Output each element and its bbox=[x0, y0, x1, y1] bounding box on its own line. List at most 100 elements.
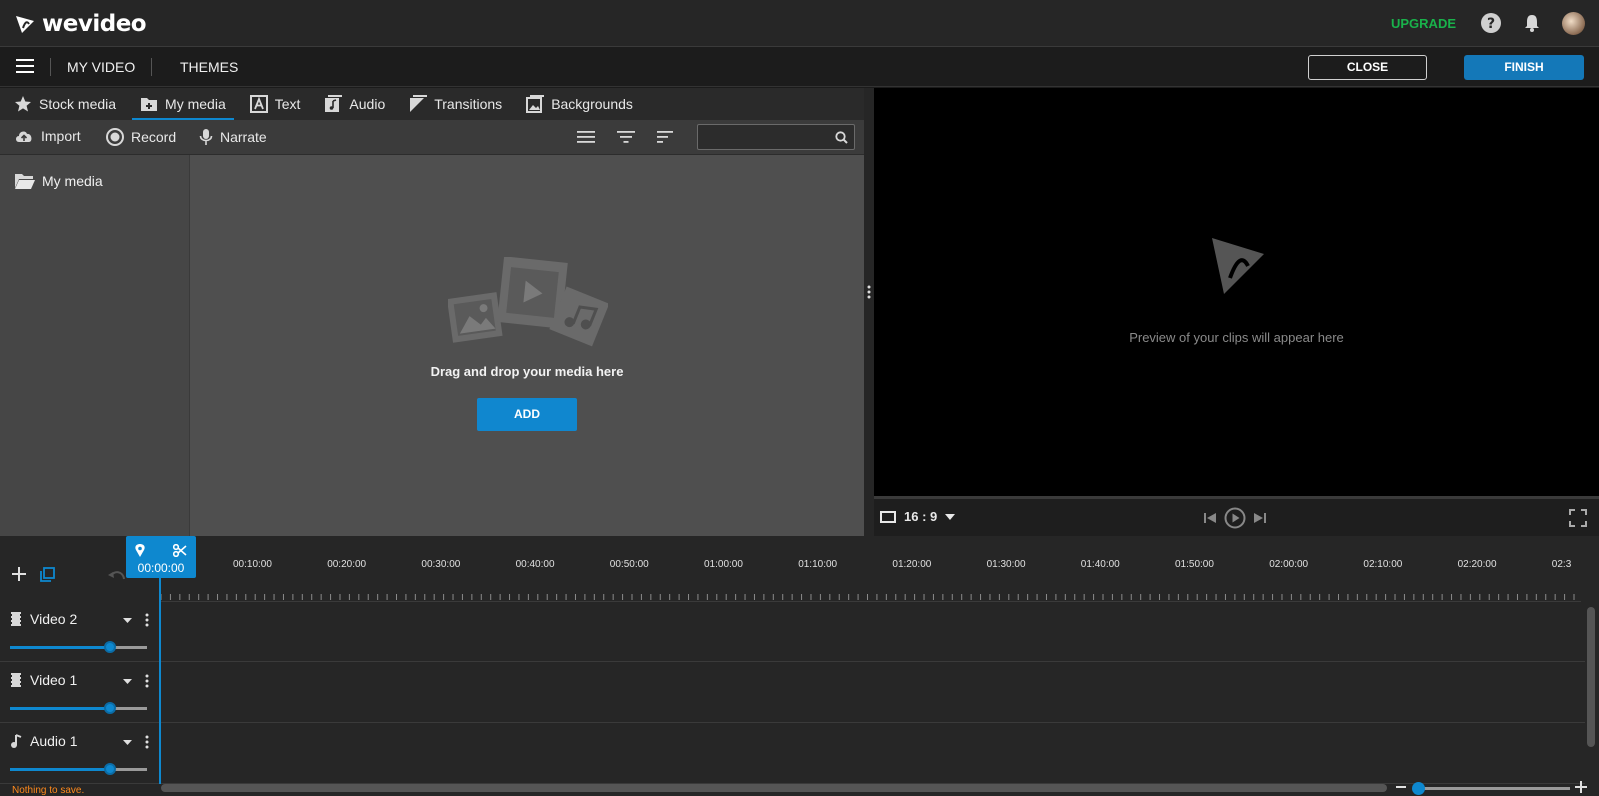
play-icon[interactable] bbox=[1224, 507, 1246, 529]
more-options-icon[interactable] bbox=[145, 735, 149, 749]
aspect-ratio-dropdown[interactable]: 16 : 9 bbox=[880, 509, 956, 524]
search-box bbox=[697, 124, 855, 150]
volume-slider-handle[interactable] bbox=[104, 702, 116, 714]
media-tabs: Stock media My media Text Audio Transiti… bbox=[0, 88, 872, 120]
track-title: Audio 1 bbox=[10, 733, 77, 749]
tab-text[interactable]: Text bbox=[249, 88, 301, 120]
tab-label: Audio bbox=[349, 96, 386, 112]
tab-backgrounds[interactable]: Backgrounds bbox=[526, 88, 633, 120]
tab-label: Text bbox=[274, 96, 301, 112]
track-header: Audio 1 bbox=[0, 724, 159, 784]
media-dropzone[interactable]: Drag and drop your media here ADD bbox=[190, 155, 864, 536]
track-video-1[interactable]: Video 1 bbox=[0, 663, 1585, 723]
caret-down-icon[interactable] bbox=[123, 618, 132, 623]
ruler-time-label: 01:10:00 bbox=[798, 559, 838, 570]
record-button[interactable]: Record bbox=[106, 128, 176, 146]
add-track-icon[interactable] bbox=[12, 567, 26, 581]
image-icon bbox=[526, 95, 545, 113]
track-header: Video 2 bbox=[0, 602, 159, 662]
app-header: wevideo UPGRADE ? bbox=[0, 0, 1599, 47]
track-title: Video 1 bbox=[10, 672, 77, 688]
tab-transitions[interactable]: Transitions bbox=[409, 88, 502, 120]
skip-forward-icon[interactable] bbox=[1252, 510, 1268, 526]
ruler-time-label: 02:20:00 bbox=[1457, 559, 1497, 570]
wevideo-logo[interactable]: wevideo bbox=[14, 11, 147, 37]
zoom-slider-handle[interactable] bbox=[1411, 782, 1425, 795]
ruler-time-label: 02:00:00 bbox=[1269, 559, 1309, 570]
track-name: Video 1 bbox=[30, 672, 78, 688]
save-status: Nothing to save. bbox=[12, 785, 85, 796]
panel-splitter[interactable] bbox=[864, 88, 874, 536]
more-options-icon[interactable] bbox=[145, 613, 149, 627]
track-video-2[interactable]: Video 2 bbox=[0, 602, 1585, 662]
preview-canvas: Preview of your clips will appear here bbox=[874, 88, 1599, 496]
cloud-upload-icon bbox=[16, 131, 32, 142]
upgrade-link[interactable]: UPGRADE bbox=[1391, 16, 1456, 31]
notifications-bell-icon[interactable] bbox=[1522, 13, 1542, 33]
skip-back-icon[interactable] bbox=[1202, 510, 1218, 526]
folder-open-icon bbox=[15, 174, 35, 189]
horizontal-scrollbar[interactable] bbox=[161, 784, 1387, 792]
aspect-ratio-icon bbox=[880, 510, 896, 523]
close-button[interactable]: CLOSE bbox=[1308, 55, 1427, 80]
search-icon[interactable] bbox=[835, 131, 848, 144]
zoom-slider[interactable] bbox=[1413, 787, 1570, 790]
more-options-icon[interactable] bbox=[145, 674, 149, 688]
track-name: Audio 1 bbox=[30, 733, 78, 749]
user-avatar[interactable] bbox=[1562, 12, 1585, 35]
film-strip-icon bbox=[10, 612, 22, 626]
folder-item-my-media[interactable]: My media bbox=[14, 172, 103, 190]
ruler-time-label: 02:10:00 bbox=[1363, 559, 1403, 570]
copy-icon[interactable] bbox=[40, 567, 56, 583]
ruler-time-label: 00:40:00 bbox=[515, 559, 555, 570]
text-icon bbox=[249, 95, 268, 113]
sort-icon[interactable] bbox=[657, 131, 675, 143]
volume-slider[interactable] bbox=[10, 702, 147, 714]
film-strip-icon bbox=[10, 673, 22, 687]
ruler-time-label: 01:30:00 bbox=[986, 559, 1026, 570]
logo-text: wevideo bbox=[42, 11, 147, 37]
help-icon[interactable]: ? bbox=[1480, 12, 1502, 34]
playhead-line[interactable] bbox=[159, 578, 161, 784]
vertical-scrollbar[interactable] bbox=[1587, 607, 1595, 747]
timeline: 00:10:00 00:20:00 00:30:00 00:40:00 00:50:00… bbox=[0, 536, 1599, 796]
caret-down-icon[interactable] bbox=[123, 740, 132, 745]
tab-label: Transitions bbox=[434, 96, 503, 112]
tab-label: Stock media bbox=[39, 96, 117, 112]
menu-divider bbox=[50, 58, 51, 76]
import-button[interactable]: Import bbox=[14, 128, 81, 144]
scissors-icon[interactable] bbox=[173, 544, 187, 557]
volume-slider-handle[interactable] bbox=[104, 641, 116, 653]
search-input[interactable] bbox=[704, 128, 832, 146]
tab-audio[interactable]: Audio bbox=[324, 88, 385, 120]
tab-my-media[interactable]: My media bbox=[132, 88, 234, 120]
filter-icon[interactable] bbox=[617, 131, 635, 143]
themes-menu[interactable]: THEMES bbox=[180, 59, 238, 75]
ruler-time-label: 00:10:00 bbox=[233, 559, 272, 570]
narrate-button[interactable]: Narrate bbox=[199, 128, 267, 146]
preview-message: Preview of your clips will appear here bbox=[1129, 330, 1344, 345]
hamburger-menu-icon[interactable] bbox=[16, 59, 34, 73]
zoom-out-icon[interactable] bbox=[1396, 781, 1406, 793]
track-audio-1[interactable]: Audio 1 bbox=[0, 724, 1585, 784]
project-title[interactable]: MY VIDEO bbox=[67, 59, 135, 75]
zoom-in-icon[interactable] bbox=[1575, 781, 1587, 793]
map-pin-icon[interactable] bbox=[135, 544, 145, 557]
volume-slider-handle[interactable] bbox=[104, 763, 116, 775]
star-icon bbox=[15, 96, 31, 112]
fullscreen-icon[interactable] bbox=[1569, 509, 1587, 527]
folder-label: My media bbox=[42, 173, 103, 189]
finish-button[interactable]: FINISH bbox=[1464, 55, 1584, 80]
volume-slider[interactable] bbox=[10, 763, 147, 775]
list-view-icon[interactable] bbox=[577, 131, 595, 143]
tab-stock-media[interactable]: Stock media bbox=[14, 88, 116, 120]
playhead-marker[interactable]: 00:00:00 bbox=[126, 536, 196, 578]
folder-add-icon bbox=[141, 98, 158, 111]
undo-icon[interactable] bbox=[108, 569, 126, 583]
ruler-time-label: 01:50:00 bbox=[1175, 559, 1214, 570]
time-ruler[interactable]: 00:10:00 00:20:00 00:30:00 00:40:00 00:50:00… bbox=[161, 536, 1581, 602]
caret-down-icon[interactable] bbox=[123, 679, 132, 684]
volume-slider[interactable] bbox=[10, 641, 147, 653]
add-media-button[interactable]: ADD bbox=[477, 398, 577, 431]
ruler-time-label: 00:50:00 bbox=[609, 559, 649, 570]
